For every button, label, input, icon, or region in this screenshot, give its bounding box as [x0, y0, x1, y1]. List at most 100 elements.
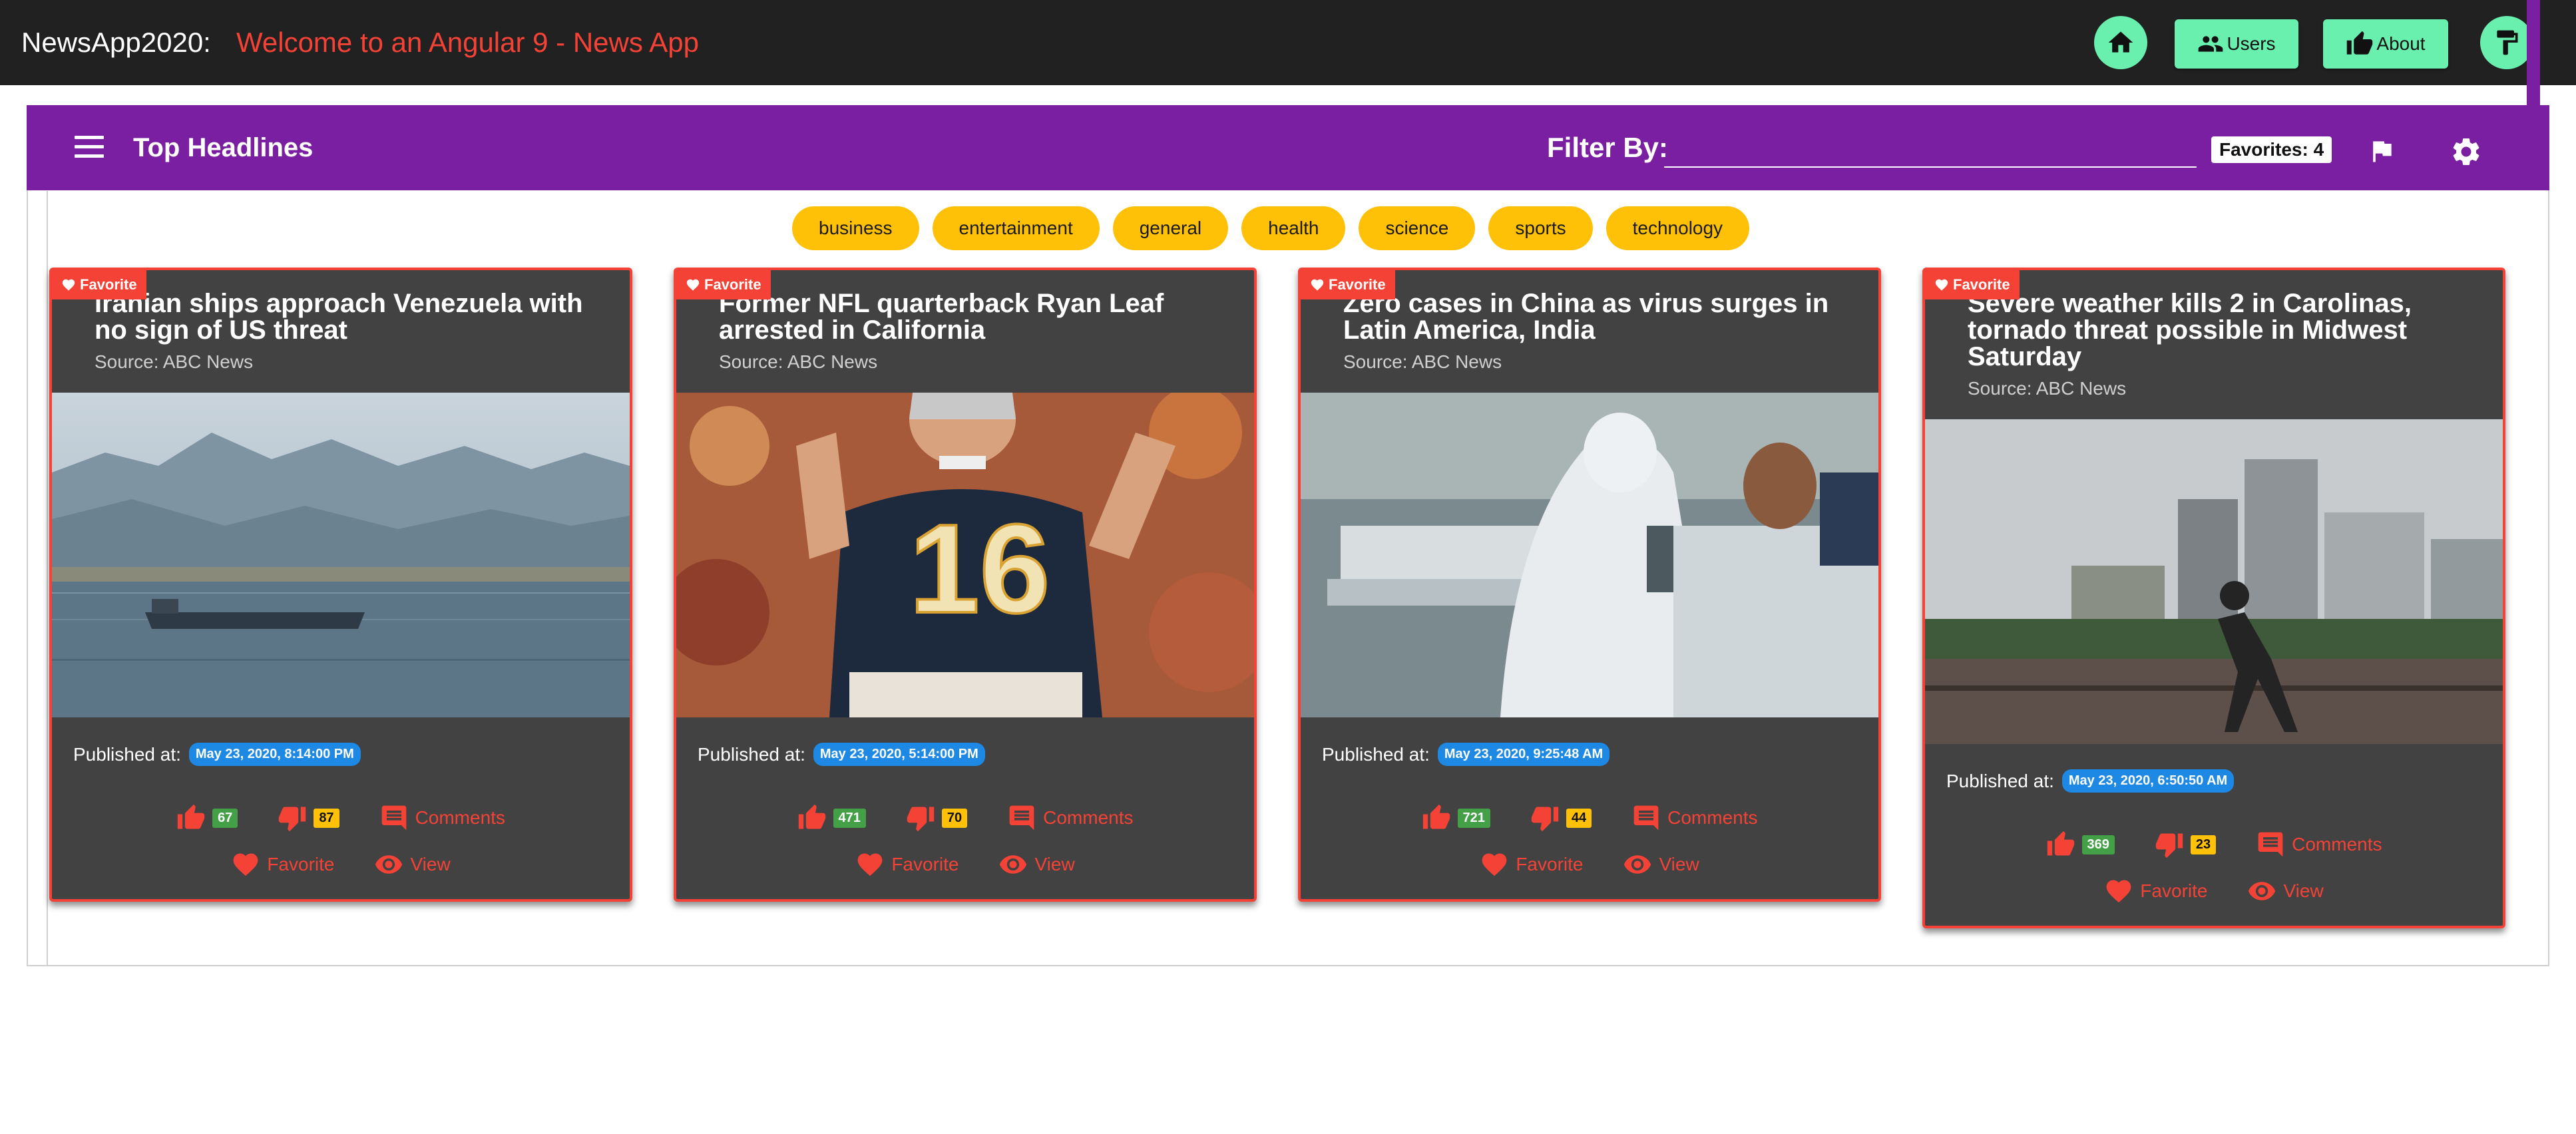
like-count: 369: [2081, 835, 2115, 854]
article-title[interactable]: Former NFL quarterback Ryan Leaf arreste…: [719, 290, 1214, 343]
heart-icon: [1935, 279, 1948, 291]
thumb-up-icon: [2047, 831, 2074, 856]
dislike-button[interactable]: 23: [2155, 830, 2217, 859]
about-button[interactable]: About: [2323, 19, 2448, 69]
heart-icon: [686, 279, 700, 291]
article-image-hospital[interactable]: [1301, 393, 1878, 717]
dislike-count: 70: [941, 808, 968, 828]
dislike-button[interactable]: 44: [1530, 803, 1592, 833]
comments-button[interactable]: Comments: [1631, 803, 1758, 833]
article-image-ship[interactable]: [52, 393, 630, 717]
like-count: 471: [833, 808, 866, 828]
theme-button[interactable]: [2480, 16, 2533, 69]
article-title[interactable]: Iranian ships approach Venezuela with no…: [95, 290, 590, 343]
thumb-up-icon: [1422, 804, 1450, 829]
home-button[interactable]: [2094, 16, 2147, 69]
dislike-button[interactable]: 87: [278, 803, 339, 833]
dislike-button[interactable]: 70: [906, 803, 968, 833]
article-image-quarterback[interactable]: 16: [676, 393, 1254, 717]
view-label: View: [2283, 880, 2324, 901]
favorite-button[interactable]: Favorite: [1480, 850, 1583, 879]
news-card: Favorite Former NFL quarterback Ryan Lea…: [674, 268, 1257, 902]
article-image-city-storm[interactable]: [1925, 419, 2503, 744]
heart-icon: [62, 279, 75, 291]
dislike-count: 87: [314, 808, 339, 828]
about-label: About: [2376, 33, 2426, 54]
view-label: View: [410, 854, 451, 874]
chip-science[interactable]: science: [1359, 206, 1476, 250]
people-icon: [2199, 36, 2223, 52]
heart-icon: [2106, 880, 2131, 903]
comments-label: Comments: [1667, 807, 1758, 828]
news-card: Favorite Severe weather kills 2 in Carol…: [1922, 268, 2505, 928]
article-source: Source: ABC News: [95, 351, 254, 372]
view-button[interactable]: View: [998, 850, 1075, 879]
chip-technology[interactable]: technology: [1606, 206, 1750, 250]
users-label: Users: [2227, 33, 2276, 54]
like-button[interactable]: 721: [1422, 803, 1490, 833]
comment-icon: [1633, 805, 1659, 831]
published-date-badge: May 23, 2020, 6:50:50 AM: [2061, 769, 2235, 793]
comments-button[interactable]: Comments: [1007, 803, 1134, 833]
favorite-badge: Favorite: [1301, 270, 1395, 299]
article-source: Source: ABC News: [719, 351, 878, 372]
welcome-text: Welcome to an Angular 9 - News App: [236, 27, 699, 58]
favorite-badge: Favorite: [52, 270, 146, 299]
heart-icon: [857, 853, 883, 876]
favorite-badge-label: Favorite: [1953, 276, 2010, 293]
thumb-up-icon: [2347, 31, 2373, 55]
category-chips: business entertainment general health sc…: [792, 206, 1750, 250]
chip-health[interactable]: health: [1241, 206, 1346, 250]
published-label: Published at:: [1946, 770, 2054, 791]
thumb-down-icon: [907, 807, 935, 832]
app-brand[interactable]: NewsApp2020:: [21, 27, 211, 59]
like-button[interactable]: 67: [176, 803, 238, 833]
dislike-count: 44: [1566, 808, 1592, 828]
view-button[interactable]: View: [1623, 850, 1699, 879]
favorite-badge-label: Favorite: [1329, 276, 1386, 293]
comment-icon: [381, 805, 406, 831]
chip-general[interactable]: general: [1112, 206, 1229, 250]
gear-icon[interactable]: [2450, 135, 2483, 172]
chip-business[interactable]: business: [792, 206, 919, 250]
published-date-badge: May 23, 2020, 9:25:48 AM: [1437, 743, 1610, 766]
app-toolbar: NewsApp2020: Welcome to an Angular 9 - N…: [0, 0, 2576, 85]
favorite-button[interactable]: Favorite: [2104, 876, 2207, 906]
published-label: Published at:: [698, 743, 805, 765]
chip-entertainment[interactable]: entertainment: [932, 206, 1100, 250]
users-button[interactable]: Users: [2175, 19, 2298, 69]
view-button[interactable]: View: [374, 850, 451, 879]
eye-icon: [1000, 855, 1027, 874]
article-title[interactable]: Severe weather kills 2 in Carolinas, tor…: [1968, 290, 2463, 370]
page-title: Top Headlines: [133, 133, 314, 162]
favorite-label: Favorite: [2140, 880, 2208, 901]
news-card: Favorite Zero cases in China as virus su…: [1298, 268, 1881, 902]
menu-icon[interactable]: [75, 136, 104, 160]
thumb-up-icon: [177, 804, 205, 829]
favorite-badge: Favorite: [1925, 270, 2020, 299]
like-button[interactable]: 471: [797, 803, 866, 833]
comments-button[interactable]: Comments: [2256, 830, 2382, 859]
comments-button[interactable]: Comments: [379, 803, 505, 833]
view-button[interactable]: View: [2247, 876, 2324, 906]
heart-icon: [1311, 279, 1324, 291]
sidenav-divider: [47, 191, 48, 966]
article-source: Source: ABC News: [1968, 378, 2127, 399]
filter-label: Filter By:: [1547, 132, 1669, 163]
like-count: 67: [212, 808, 238, 828]
article-title[interactable]: Zero cases in China as virus surges in L…: [1343, 290, 1838, 343]
chip-sports[interactable]: sports: [1488, 206, 1593, 250]
thumb-down-icon: [2155, 833, 2183, 858]
eye-icon: [375, 855, 403, 874]
filter-input[interactable]: [1664, 130, 2197, 168]
like-button[interactable]: 369: [2046, 830, 2115, 859]
svg-text:16: 16: [909, 498, 1050, 640]
comment-icon: [2258, 832, 2283, 857]
flag-icon[interactable]: [2367, 136, 2396, 169]
dislike-count: 23: [2190, 835, 2217, 854]
published-date-badge: May 23, 2020, 8:14:00 PM: [188, 743, 361, 766]
favorite-button[interactable]: Favorite: [231, 850, 334, 879]
favorite-button[interactable]: Favorite: [855, 850, 959, 879]
like-count: 721: [1457, 808, 1490, 828]
published-label: Published at:: [73, 743, 181, 765]
